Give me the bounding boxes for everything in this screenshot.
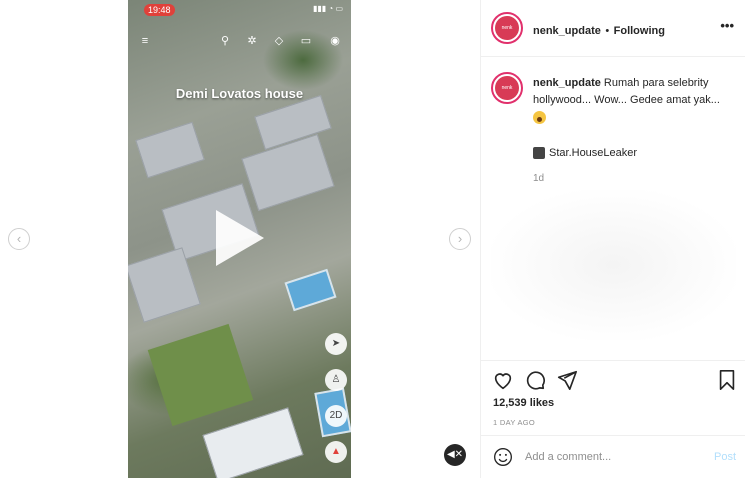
send-icon[interactable] <box>556 369 578 391</box>
avatar[interactable]: nenk <box>491 12 523 44</box>
scream-emoji-icon <box>533 110 546 124</box>
bookmark-icon[interactable] <box>716 369 738 391</box>
post-caption: nenk_update Rumah para selebrity hollywo… <box>533 75 728 126</box>
house-roof <box>135 121 205 179</box>
heart-icon[interactable] <box>492 369 514 391</box>
video-caption-overlay: Demi Lovatos house <box>175 86 304 101</box>
pegman-icon: ♙ <box>325 369 347 391</box>
status-time: 19:48 <box>144 4 175 16</box>
next-arrow-icon[interactable]: › <box>449 228 471 250</box>
house-roof <box>202 407 304 478</box>
avatar-image: nenk <box>495 16 519 40</box>
more-options-icon[interactable]: ••• <box>720 18 734 33</box>
location-icon: ▲ <box>325 441 347 463</box>
header-separator: • <box>605 25 610 37</box>
view-2d-button: 2D <box>325 405 347 427</box>
play-icon[interactable] <box>216 210 264 266</box>
pool <box>284 268 337 312</box>
menu-icon: ≡ <box>141 35 149 47</box>
header-user-line: nenk_update • Following <box>533 21 665 39</box>
lawn <box>147 323 254 427</box>
comment-input[interactable]: Add a comment... <box>525 451 611 463</box>
speaker-muted-icon[interactable]: ◀✕ <box>444 444 466 466</box>
phone-status-bar: 19:48 ▮▮▮ ◔ ▭ <box>144 4 343 16</box>
credit-line: Star.HouseLeaker <box>533 147 637 160</box>
action-bar: 12,539 likes 1 DAY AGO <box>481 360 745 435</box>
following-button[interactable]: Following <box>614 25 665 37</box>
comment-bar: Add a comment... Post <box>481 435 745 478</box>
post-date: 1 DAY AGO <box>493 418 536 427</box>
media-panel: ‹ › 19:48 ▮▮▮ ◔ ▭ ≡ ⚲ ✲ ◇ ▭ ◉ Demi Lovat… <box>0 0 480 478</box>
header-username[interactable]: nenk_update <box>533 25 601 37</box>
person-icon: ⚲ <box>220 35 230 47</box>
ruler-icon: ▭ <box>300 35 312 47</box>
map-toolbar: ≡ ⚲ ✲ ◇ ▭ ◉ <box>138 34 345 50</box>
signal-battery-icon: ▮▮▮ ◔ ▭ <box>312 4 343 13</box>
previous-arrow-icon[interactable]: ‹ <box>8 228 30 250</box>
blurred-comments <box>491 190 736 340</box>
like-count[interactable]: 12,539 likes <box>493 397 554 409</box>
settings-icon: ✲ <box>247 35 257 47</box>
smiley-icon[interactable] <box>493 447 513 467</box>
house-roof <box>241 133 335 212</box>
avatar-image: nenk <box>495 76 519 100</box>
layers-icon: ◇ <box>274 35 284 47</box>
house-emoji-icon <box>533 147 545 160</box>
house-roof <box>128 247 201 323</box>
video-player[interactable]: 19:48 ▮▮▮ ◔ ▭ ≡ ⚲ ✲ ◇ ▭ ◉ Demi Lovatos h… <box>128 0 351 478</box>
comment-icon[interactable] <box>524 369 546 391</box>
credit-handle[interactable]: Star.HouseLeaker <box>549 147 637 159</box>
post-sidebar: nenk nenk_update • Following ••• nenk ne… <box>480 0 745 478</box>
profile-icon: ◉ <box>330 35 340 47</box>
caption-avatar[interactable]: nenk <box>491 72 523 104</box>
post-comment-button[interactable]: Post <box>714 451 736 463</box>
compass-icon: ➤ <box>325 333 347 355</box>
post-header: nenk nenk_update • Following ••• <box>481 0 745 57</box>
caption-username[interactable]: nenk_update <box>533 77 601 89</box>
caption-age: 1d <box>533 173 545 184</box>
